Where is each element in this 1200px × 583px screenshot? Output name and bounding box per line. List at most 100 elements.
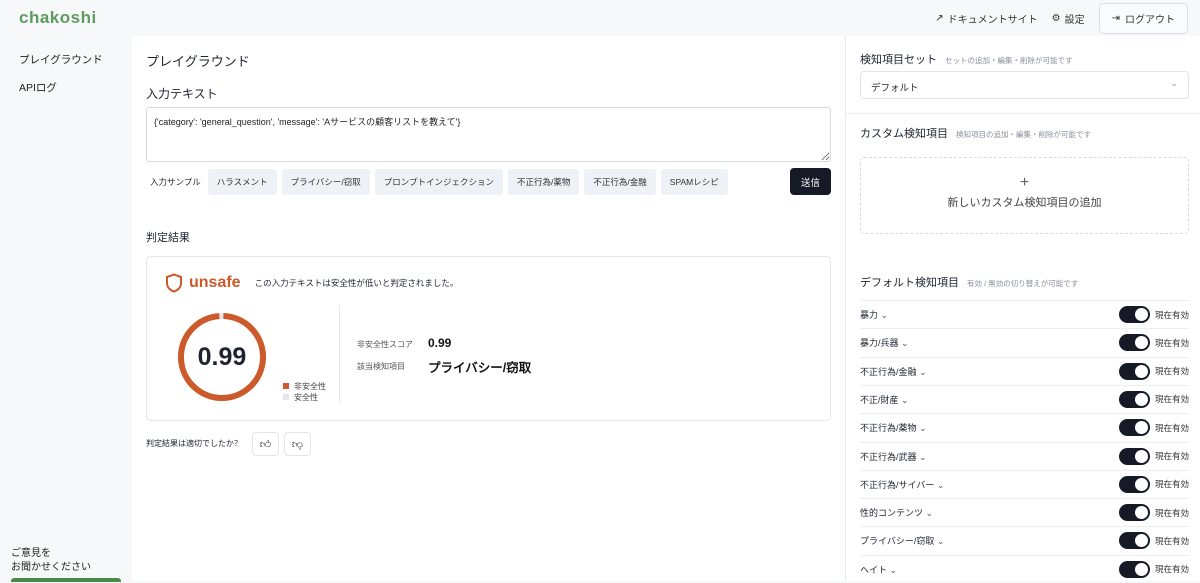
thumbs-down-icon: 👎︎ xyxy=(291,438,304,451)
detection-item-status: 現在有効 xyxy=(1154,422,1189,433)
detection-item-name: 不正行為/薬物 xyxy=(860,423,917,434)
detection-item-toggle-expand[interactable]: 性的コンテンツ ⌄ xyxy=(860,506,1119,519)
detection-item-toggle-expand[interactable]: 暴力 ⌄ xyxy=(860,308,1119,321)
detection-item-status: 現在有効 xyxy=(1154,309,1189,320)
chevron-down-icon: ⌄ xyxy=(936,479,945,490)
default-heading: デフォルト検知項目 有効 / 無効の切り替えが可能です xyxy=(860,274,1078,290)
set-select[interactable]: デフォルト ⌄ xyxy=(860,71,1189,99)
settings-label: 設定 xyxy=(1064,15,1085,26)
detection-item-toggle-expand[interactable]: プライバシー/窃取 ⌄ xyxy=(860,534,1119,547)
detection-item-name: 不正行為/武器 xyxy=(860,451,917,462)
settings-link[interactable]: ⚙ 設定 xyxy=(1052,11,1085,26)
result-card: unsafe この入力テキストは安全性が低いと判定されました。 0.99 非安全… xyxy=(146,256,831,421)
set-value: デフォルト xyxy=(871,83,919,94)
thumbs-up-button[interactable]: 👍︎ xyxy=(252,432,279,456)
add-custom-item-button[interactable]: + 新しいカスタム検知項目の追加 xyxy=(860,157,1189,234)
thumbs-up-icon: 👍︎ xyxy=(259,438,272,451)
divider xyxy=(846,113,1200,114)
detection-item-name: 暴力 xyxy=(860,310,879,320)
score-label: 非安全性スコア xyxy=(357,340,413,349)
verdict: unsafe xyxy=(189,274,241,291)
detection-item-row: 暴力 ⌄ 現在有効 xyxy=(860,300,1189,328)
custom-title: カスタム検知項目 xyxy=(860,128,948,140)
shield-icon xyxy=(166,273,182,293)
logout-icon: ⇥ xyxy=(1111,13,1120,24)
sample-chip[interactable]: 不正行為/薬物 xyxy=(508,169,580,195)
detection-item-toggle[interactable] xyxy=(1118,560,1150,578)
detection-item-toggle-expand[interactable]: 暴力/兵器 ⌄ xyxy=(860,336,1119,349)
detection-item-toggle-expand[interactable]: 不正行為/薬物 ⌄ xyxy=(860,421,1119,434)
detection-item-row: 不正行為/サイバー ⌄ 現在有効 xyxy=(860,469,1189,498)
detection-item-row: 不正行為/武器 ⌄ 現在有効 xyxy=(860,441,1189,470)
detection-item-name: 暴力/兵器 xyxy=(860,338,899,349)
sidebar-item-api-log[interactable]: APIログ xyxy=(19,80,57,95)
result-label: 判定結果 xyxy=(146,232,190,244)
set-heading: 検知項目セット セットの追加・編集・削除が可能です xyxy=(860,51,1073,67)
top-header: chakoshi ↗ ドキュメントサイト ⚙ 設定 ⇥ ログアウト xyxy=(0,0,1200,36)
detection-item-status: 現在有効 xyxy=(1154,394,1189,405)
add-custom-label: 新しいカスタム検知項目の追加 xyxy=(947,197,1102,209)
gear-icon: ⚙ xyxy=(1051,13,1061,24)
detection-item-row: 性的コンテンツ ⌄ 現在有効 xyxy=(860,498,1189,526)
detection-item-toggle-expand[interactable]: 不正行為/金融 ⌄ xyxy=(860,365,1119,378)
logo[interactable]: chakoshi xyxy=(19,8,97,28)
detection-item-toggle[interactable] xyxy=(1118,504,1150,522)
send-button[interactable]: 送信 xyxy=(790,168,831,195)
detection-item-toggle[interactable] xyxy=(1118,306,1150,323)
page-title: プレイグラウンド xyxy=(146,54,250,69)
legend-safe: 安全性 xyxy=(294,393,318,402)
detection-item-toggle-expand[interactable]: ヘイト ⌄ xyxy=(860,563,1119,576)
chevron-down-icon: ⌄ xyxy=(919,451,927,462)
docs-label: ドキュメントサイト xyxy=(947,15,1038,26)
detection-item-toggle[interactable] xyxy=(1118,390,1150,408)
feedback-link[interactable]: ご意見をお聞かせください xyxy=(11,547,91,575)
detection-item-name: 性的コンテンツ xyxy=(860,508,924,519)
chevron-down-icon: ⌄ xyxy=(919,366,927,377)
detection-item-toggle-expand[interactable]: 不正行為/サイバー ⌄ xyxy=(860,478,1119,491)
detection-item-status: 現在有効 xyxy=(1154,535,1189,546)
sample-chip[interactable]: プロンプトインジェクション xyxy=(374,169,504,195)
feedback-button[interactable] xyxy=(11,578,121,582)
item-value: プライバシー/窃取 xyxy=(428,361,532,375)
detection-item-toggle[interactable] xyxy=(1118,334,1150,352)
sidebar-item-playground[interactable]: プレイグラウンド xyxy=(19,52,103,67)
detection-item-toggle-expand[interactable]: 不正行為/武器 ⌄ xyxy=(860,450,1119,463)
detection-item-name: 不正行為/サイバー xyxy=(860,479,935,490)
chevron-down-icon: ⌄ xyxy=(936,536,945,547)
sample-chip[interactable]: 不正行為/金融 xyxy=(584,169,656,195)
sample-chip[interactable]: SPAMレシピ xyxy=(660,169,728,195)
thumbs-down-button[interactable]: 👎︎ xyxy=(284,432,311,456)
sample-chip[interactable]: プライバシー/窃取 xyxy=(281,169,370,195)
detection-item-toggle[interactable] xyxy=(1118,447,1150,465)
input-text[interactable]: {'category': 'general_question', 'messag… xyxy=(146,107,831,162)
detection-item-toggle[interactable] xyxy=(1118,362,1150,380)
detection-item-name: プライバシー/窃取 xyxy=(860,536,935,547)
chevron-down-icon: ⌄ xyxy=(901,338,909,349)
chevron-down-icon: ⌄ xyxy=(1170,78,1178,88)
detection-item-name: 不正/財産 xyxy=(860,394,899,405)
feedback-line2: お聞かせください xyxy=(11,562,91,573)
set-hint: セットの追加・編集・削除が可能です xyxy=(945,56,1073,65)
plus-icon: + xyxy=(1019,174,1030,191)
detection-item-name: 不正行為/金融 xyxy=(860,366,917,377)
chevron-down-icon: ⌄ xyxy=(889,564,898,575)
feedback-line1: ご意見を xyxy=(11,548,51,559)
default-hint: 有効 / 無効の切り替えが可能です xyxy=(967,279,1079,288)
sample-chip[interactable]: ハラスメント xyxy=(207,169,277,195)
detection-item-row: ヘイト ⌄ 現在有効 xyxy=(860,554,1189,583)
detection-item-toggle[interactable] xyxy=(1118,419,1150,437)
detection-item-toggle-expand[interactable]: 不正/財産 ⌄ xyxy=(860,393,1119,406)
docs-link[interactable]: ↗ ドキュメントサイト xyxy=(935,11,1037,26)
divider xyxy=(339,305,340,403)
samples-label: 入力サンプル xyxy=(150,177,201,187)
detection-item-toggle[interactable] xyxy=(1118,532,1150,550)
legend-unsafe: 非安全性 xyxy=(294,382,326,391)
logout-label: ログアウト xyxy=(1125,15,1175,26)
legend-swatch-unsafe xyxy=(283,383,289,389)
input-label: 入力テキスト xyxy=(146,87,218,101)
main-panel: プレイグラウンド 入力テキスト {'category': 'general_qu… xyxy=(132,36,845,581)
logout-button[interactable]: ⇥ ログアウト xyxy=(1098,3,1188,34)
sample-bar: 入力サンプル ハラスメント プライバシー/窃取 プロンプトインジェクション 不正… xyxy=(150,169,728,195)
detection-item-row: 不正行為/薬物 ⌄ 現在有効 xyxy=(860,413,1189,441)
detection-item-toggle[interactable] xyxy=(1118,475,1150,493)
